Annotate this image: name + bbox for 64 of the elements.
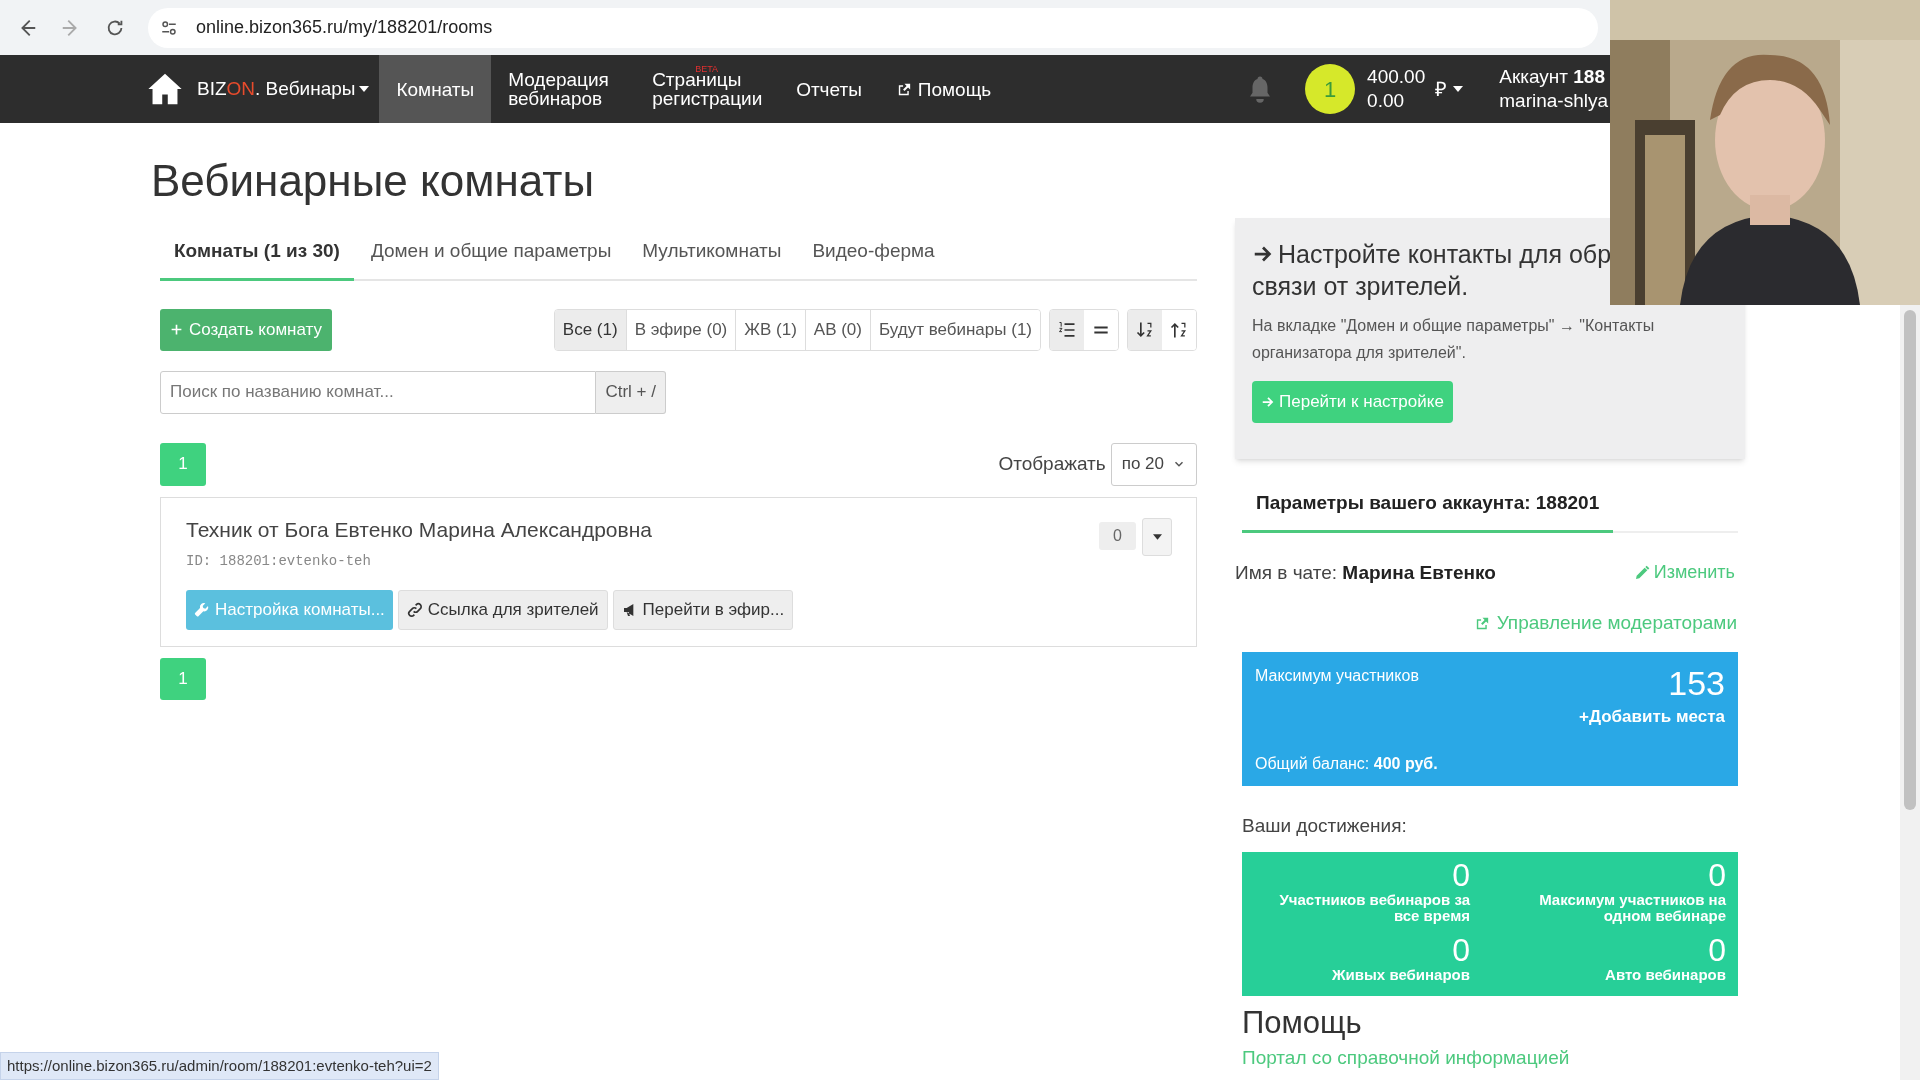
stat-label: Живых вебинаров (1332, 967, 1470, 983)
link-icon (406, 602, 423, 618)
page-title: Вебинарные комнаты (151, 155, 595, 207)
stat-value: 0 (1708, 933, 1726, 967)
go-live-button[interactable]: Перейти в эфир... (612, 590, 794, 630)
product-menu[interactable]: BIZON. Вебинары (197, 74, 370, 104)
nav-link[interactable]: Комнаты (379, 55, 492, 123)
stat-value: 0 (1708, 858, 1726, 892)
card-heading: связи от зрителей. (1252, 271, 1470, 302)
room-title: Техник от Бога Евтенко Марина Александровна (186, 516, 652, 543)
account-number: Аккаунт 188 (1499, 65, 1606, 89)
site-settings-icon[interactable] (160, 18, 178, 37)
filter-button[interactable]: Все (1) (554, 309, 626, 350)
stat-label: Максимум участников на одном вебинаре (1538, 892, 1726, 924)
card-heading: Настройте контакты для обр (1278, 239, 1612, 270)
search-field[interactable]: Поиск по названию комнат... (160, 370, 597, 414)
status-url: https://online.bizon365.ru/admin/room/188201:evtenko-teh?ui=2 (0, 1052, 439, 1080)
viewer-link-button[interactable]: Ссылка для зрителей (397, 590, 608, 630)
caret-icon (1152, 533, 1162, 540)
tab[interactable]: Параметры вашего аккаунта: 188201 (1242, 489, 1614, 533)
view-toggle-button[interactable] (1128, 309, 1162, 350)
balance-amount: 400.00 (1367, 65, 1426, 89)
participant-count: 0 (1099, 521, 1136, 550)
stat-label: Авто вебинаров (1605, 967, 1726, 983)
pencil-icon (1633, 564, 1650, 581)
tab[interactable]: Комнаты (1 из 30) (160, 237, 354, 281)
account-login: marina-shlya (1499, 89, 1608, 113)
nav-link[interactable]: Модерация вебинаров (491, 55, 636, 123)
caret-icon (359, 85, 370, 93)
tab[interactable]: Мультикомнаты (628, 237, 796, 281)
stat-label: Максимум участников (1255, 665, 1419, 686)
view-toggle-button[interactable] (1050, 309, 1084, 350)
caret-icon (1453, 85, 1464, 93)
bonus-amount: 0.00 (1367, 89, 1406, 113)
filter-button[interactable]: Будут вебинары (1) (870, 309, 1040, 350)
dropdown-button[interactable] (1142, 517, 1172, 556)
room-id: ID: 188201:evtenko-teh (186, 552, 372, 571)
scrollbar[interactable] (1900, 305, 1920, 1080)
address-bar[interactable]: online.bizon365.ru/my/188201/rooms (148, 7, 1598, 48)
per-page-label: Отображать (998, 451, 1106, 476)
tab[interactable]: Домен и общие параметры (356, 237, 626, 281)
nav-link[interactable]: Помощь (878, 55, 1009, 123)
stat-value: 0 (1452, 933, 1470, 967)
tab[interactable]: Видео-ферма (798, 237, 949, 281)
arrow-right-icon (1261, 395, 1275, 409)
balance-text: Общий баланс: 400 руб. (1255, 753, 1439, 774)
currency-menu[interactable]: ₽ (1435, 74, 1464, 104)
card-text: На вкладке "Домен и общие параметры" → "Контакты организатора для зрителей". (1252, 316, 1656, 363)
stat-value: 0 (1452, 858, 1470, 892)
stat-label: Участников вебинаров за все время (1278, 892, 1470, 924)
beta-label: BETA (695, 63, 718, 74)
nav-link[interactable]: BETA Страницы регистрации (635, 55, 780, 123)
chat-name: Имя в чате: Марина Евтенко (1235, 560, 1496, 585)
numbered-list-icon (1057, 319, 1077, 340)
nav-link[interactable]: Отчеты (779, 55, 879, 123)
wrench-icon (194, 602, 210, 618)
shortcut-hint: Ctrl + / (596, 370, 666, 414)
stat-value: 153 (1668, 663, 1725, 702)
plus-icon (170, 323, 183, 336)
per-page-select[interactable]: по 20 (1110, 442, 1197, 486)
section-title: Ваши достижения: (1242, 813, 1408, 838)
section-title: Помощь (1242, 1004, 1363, 1042)
url-text: online.bizon365.ru/my/188201/rooms (196, 16, 493, 39)
scrollbar-thumb[interactable] (1904, 310, 1916, 810)
